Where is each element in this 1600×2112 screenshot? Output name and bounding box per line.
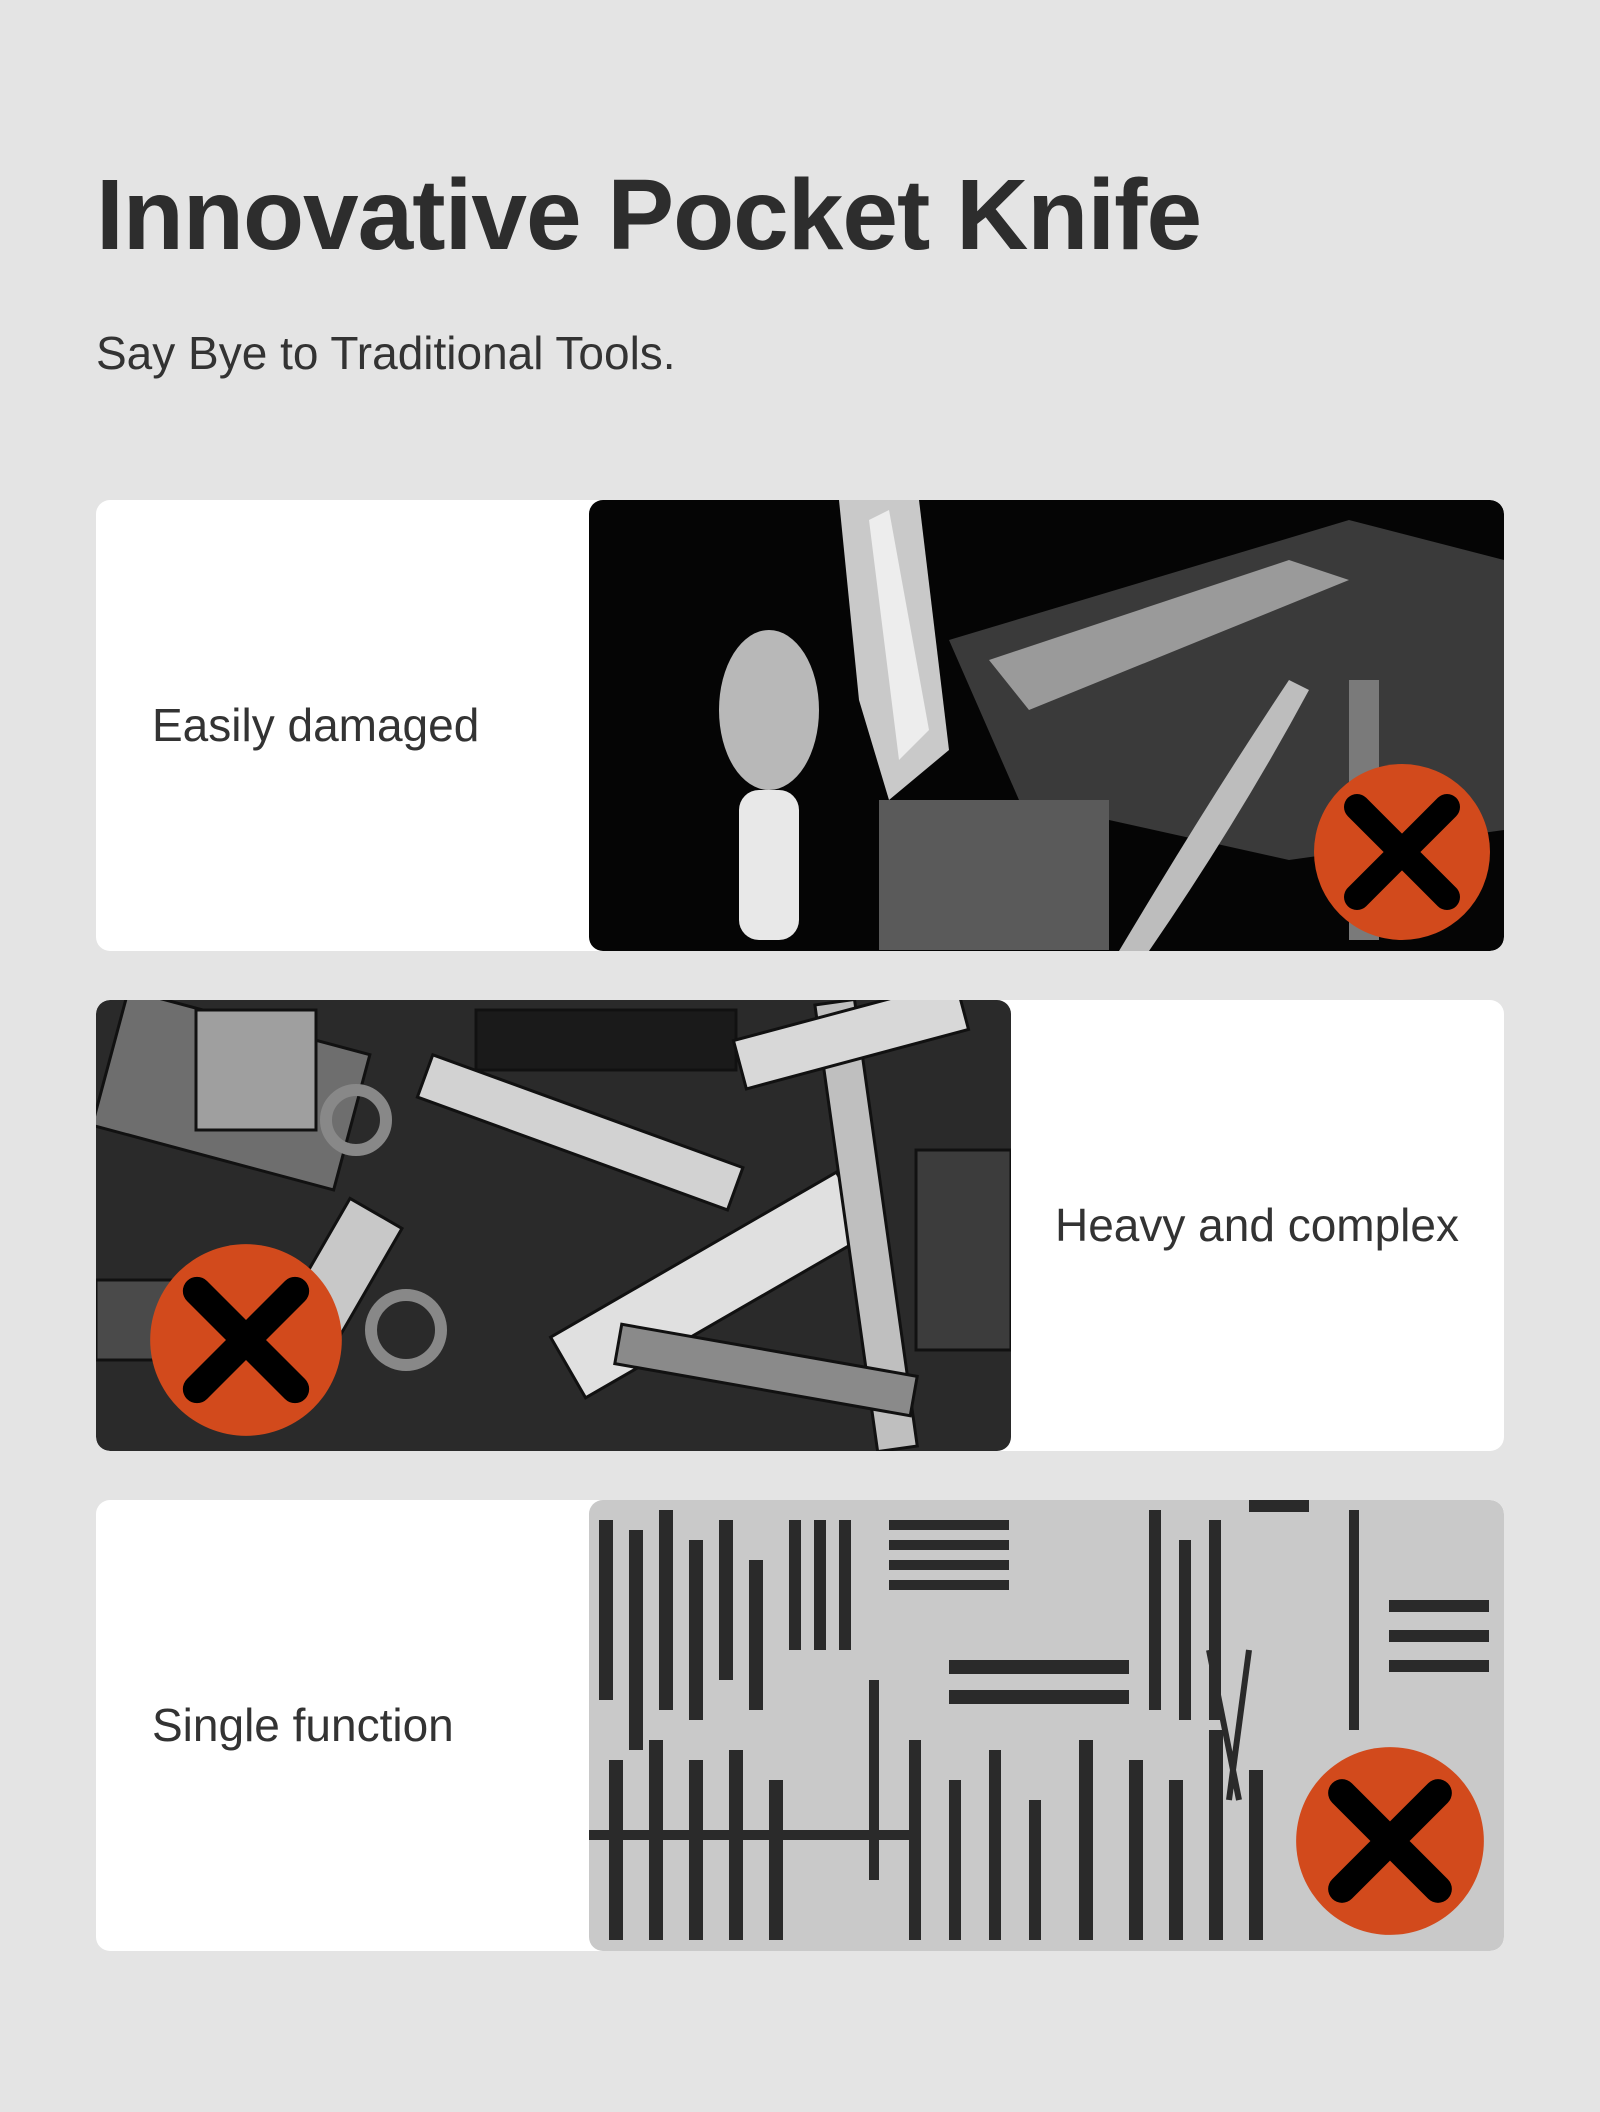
- x-mark-icon: [148, 1242, 344, 1438]
- drawback-label: Easily damaged: [152, 699, 480, 752]
- drawback-card-heavy-and-complex: Heavy and complex: [96, 1000, 1504, 1451]
- drawback-card-easily-damaged: Easily damaged: [96, 500, 1504, 951]
- x-mark-icon: [1294, 1745, 1486, 1937]
- tool-wall-photo: [589, 1500, 1504, 1951]
- drawback-label: Single function: [152, 1699, 454, 1752]
- page-subtitle: Say Bye to Traditional Tools.: [96, 327, 676, 379]
- drawback-card-single-function: Single function: [96, 1500, 1504, 1951]
- drawback-label: Heavy and complex: [1055, 1199, 1459, 1252]
- page-title: Innovative Pocket Knife: [96, 159, 1202, 271]
- shaving-brush-razor-axe-photo: [589, 500, 1504, 951]
- x-mark-icon: [1312, 762, 1492, 942]
- pile-of-tools-photo: [96, 1000, 1011, 1451]
